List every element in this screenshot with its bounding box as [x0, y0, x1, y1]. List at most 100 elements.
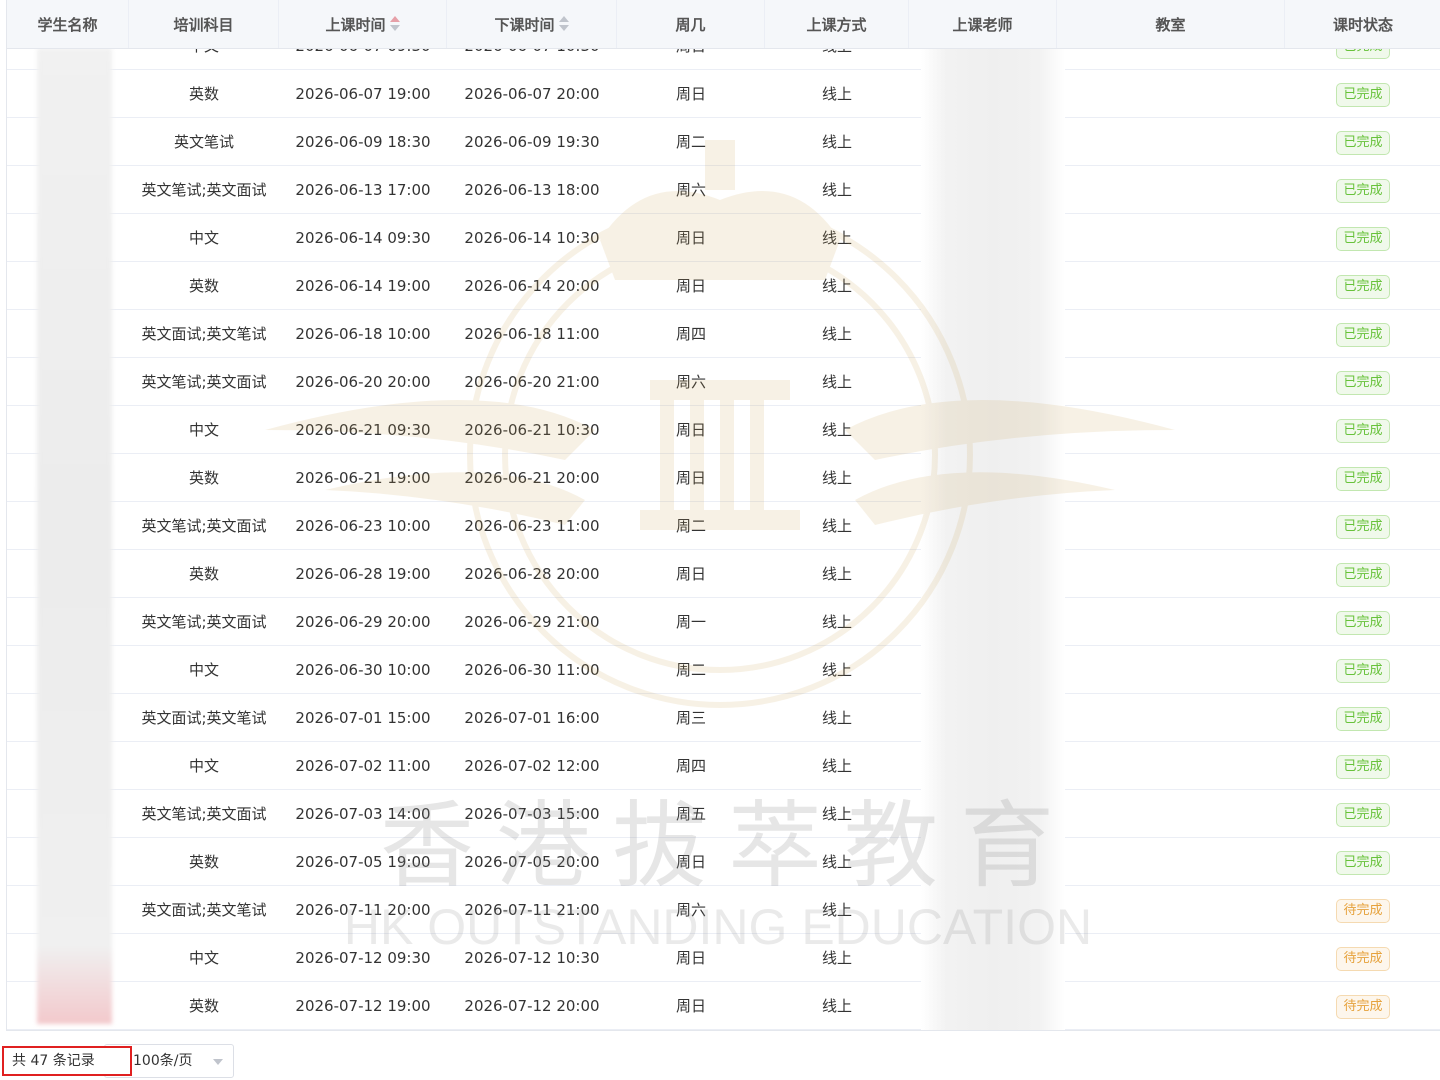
- cell-mode: 线上: [821, 901, 852, 919]
- cell-weekday: 周日: [675, 277, 706, 295]
- cell-start: 2026-06-29 20:00: [295, 613, 431, 631]
- student-name-redaction: [37, 48, 112, 1024]
- table-row[interactable]: 英数 2026-06-07 19:00 2026-06-07 20:00 周日 线上 已完…: [7, 70, 1440, 118]
- cell-weekday: 周四: [675, 325, 706, 343]
- cell-mode: 线上: [821, 613, 852, 631]
- cell-subject: 英文笔试;英文面试: [141, 613, 267, 631]
- table-row[interactable]: 英数 2026-06-28 19:00 2026-06-28 20:00 周日 线上 已完…: [7, 550, 1440, 598]
- status-badge: 待完成: [1336, 898, 1390, 923]
- status-badge: 已完成: [1336, 802, 1390, 827]
- cell-weekday: 周日: [675, 469, 706, 487]
- table-row[interactable]: 英数 2026-07-05 19:00 2026-07-05 20:00 周日 线上 已完…: [7, 838, 1440, 886]
- cell-mode: 线上: [821, 181, 852, 199]
- cell-start: 2026-07-05 19:00: [295, 853, 431, 871]
- table-row[interactable]: 英文笔试 2026-06-09 18:30 2026-06-09 19:30 周二 线上…: [7, 118, 1440, 166]
- cell-end: 2026-07-12 10:30: [464, 949, 600, 967]
- cell-end: 2026-06-14 20:00: [464, 277, 600, 295]
- table-row[interactable]: 中文 2026-07-12 09:30 2026-07-12 10:30 周日 线上 待完…: [7, 934, 1440, 982]
- cell-status: 已完成: [1285, 262, 1440, 309]
- cell-weekday: 周四: [675, 757, 706, 775]
- table-row[interactable]: 英文笔试;英文面试 2026-06-20 20:00 2026-06-20 21:0…: [7, 358, 1440, 406]
- cell-end: 2026-06-14 10:30: [464, 229, 600, 247]
- header-start-time[interactable]: 上课时间: [279, 0, 447, 48]
- table-row[interactable]: 英文笔试;英文面试 2026-06-13 17:00 2026-06-13 18:0…: [7, 166, 1440, 214]
- cell-mode: 线上: [821, 757, 852, 775]
- cell-subject: 英数: [188, 469, 219, 487]
- cell-subject: 中文: [188, 421, 219, 439]
- cell-status: 已完成: [1285, 358, 1440, 405]
- cell-end: 2026-07-03 15:00: [464, 805, 600, 823]
- cell-subject: 英数: [188, 997, 219, 1015]
- cell-end: 2026-06-07 20:00: [464, 85, 600, 103]
- header-room: 教室: [1057, 0, 1285, 48]
- cell-status: 已完成: [1285, 742, 1440, 789]
- status-badge: 待完成: [1336, 994, 1390, 1019]
- table-row[interactable]: 中文 2026-06-14 09:30 2026-06-14 10:30 周日 线上 已完…: [7, 214, 1440, 262]
- status-badge: 已完成: [1336, 370, 1390, 395]
- cell-start: 2026-06-07 19:00: [295, 85, 431, 103]
- cell-start: 2026-07-01 15:00: [295, 709, 431, 727]
- cell-end: 2026-07-05 20:00: [464, 853, 600, 871]
- header-subject-label: 培训科目: [173, 16, 234, 34]
- table-row[interactable]: 英文面试;英文笔试 2026-07-01 15:00 2026-07-01 16:0…: [7, 694, 1440, 742]
- cell-end: 2026-06-28 20:00: [464, 565, 600, 583]
- cell-subject: 中文: [188, 949, 219, 967]
- header-room-label: 教室: [1155, 16, 1186, 34]
- header-end-time[interactable]: 下课时间: [447, 0, 617, 48]
- table-row[interactable]: 英文面试;英文笔试 2026-06-18 10:00 2026-06-18 11:0…: [7, 310, 1440, 358]
- cell-mode: 线上: [821, 853, 852, 871]
- header-weekday: 周几: [617, 0, 765, 48]
- cell-start: 2026-06-21 19:00: [295, 469, 431, 487]
- table-row[interactable]: 英文笔试;英文面试 2026-06-23 10:00 2026-06-23 11:0…: [7, 502, 1440, 550]
- cell-end: 2026-06-30 11:00: [464, 661, 600, 679]
- total-records: 共 47 条记录: [2, 1046, 132, 1076]
- cell-weekday: 周五: [675, 805, 706, 823]
- cell-end: 2026-06-18 11:00: [464, 325, 600, 343]
- cell-mode: 线上: [821, 805, 852, 823]
- status-badge: 已完成: [1336, 82, 1390, 107]
- table-row[interactable]: 英文笔试;英文面试 2026-06-29 20:00 2026-06-29 21:0…: [7, 598, 1440, 646]
- table-row[interactable]: 中文 2026-07-02 11:00 2026-07-02 12:00 周四 线上 已完…: [7, 742, 1440, 790]
- table-row[interactable]: 中文 2026-06-30 10:00 2026-06-30 11:00 周二 线上 已完…: [7, 646, 1440, 694]
- header-teacher: 上课老师: [909, 0, 1057, 48]
- header-teacher-label: 上课老师: [952, 16, 1013, 34]
- cell-end: 2026-06-29 21:00: [464, 613, 600, 631]
- cell-end: 2026-07-02 12:00: [464, 757, 600, 775]
- cell-mode: 线上: [821, 421, 852, 439]
- header-end-label: 下课时间: [494, 16, 555, 34]
- table-row[interactable]: 中文 2026-06-21 09:30 2026-06-21 10:30 周日 线上 已完…: [7, 406, 1440, 454]
- chevron-down-icon[interactable]: [213, 1059, 223, 1065]
- cell-subject: 英文面试;英文笔试: [141, 325, 267, 343]
- table-row[interactable]: 英文笔试;英文面试 2026-07-03 14:00 2026-07-03 15:0…: [7, 790, 1440, 838]
- sort-icon[interactable]: [558, 15, 569, 33]
- table-row[interactable]: 英文面试;英文笔试 2026-07-11 20:00 2026-07-11 21:0…: [7, 886, 1440, 934]
- cell-status: 已完成: [1285, 646, 1440, 693]
- page-size-label: 100条/页: [133, 1053, 193, 1069]
- cell-status: 已完成: [1285, 550, 1440, 597]
- header-status-label: 课时状态: [1332, 16, 1393, 34]
- cell-mode: 线上: [821, 229, 852, 247]
- status-badge: 已完成: [1336, 706, 1390, 731]
- cell-start: 2026-06-30 10:00: [295, 661, 431, 679]
- cell-start: 2026-06-21 09:30: [295, 421, 431, 439]
- status-badge: 已完成: [1336, 562, 1390, 587]
- cell-subject: 英数: [188, 277, 219, 295]
- cell-start: 2026-06-23 10:00: [295, 517, 431, 535]
- cell-end: 2026-06-21 20:00: [464, 469, 600, 487]
- cell-subject: 英数: [188, 565, 219, 583]
- table-row[interactable]: 英数 2026-06-14 19:00 2026-06-14 20:00 周日 线上 已完…: [7, 262, 1440, 310]
- cell-mode: 线上: [821, 949, 852, 967]
- pagination: 100条/页 共 47 条记录: [0, 1040, 1440, 1080]
- cell-start: 2026-06-18 10:00: [295, 325, 431, 343]
- cell-start: 2026-06-14 19:00: [295, 277, 431, 295]
- sort-icon[interactable]: [389, 15, 400, 33]
- cell-mode: 线上: [821, 277, 852, 295]
- cell-end: 2026-06-09 19:30: [464, 133, 600, 151]
- table-row[interactable]: 英数 2026-06-21 19:00 2026-06-21 20:00 周日 线上 已完…: [7, 454, 1440, 502]
- cell-weekday: 周日: [675, 421, 706, 439]
- status-badge: 已完成: [1336, 466, 1390, 491]
- cell-end: 2026-07-01 16:00: [464, 709, 600, 727]
- table-row[interactable]: 英数 2026-07-12 19:00 2026-07-12 20:00 周日 线上 待完…: [7, 982, 1440, 1030]
- status-badge: 已完成: [1336, 850, 1390, 875]
- cell-status: 已完成: [1285, 694, 1440, 741]
